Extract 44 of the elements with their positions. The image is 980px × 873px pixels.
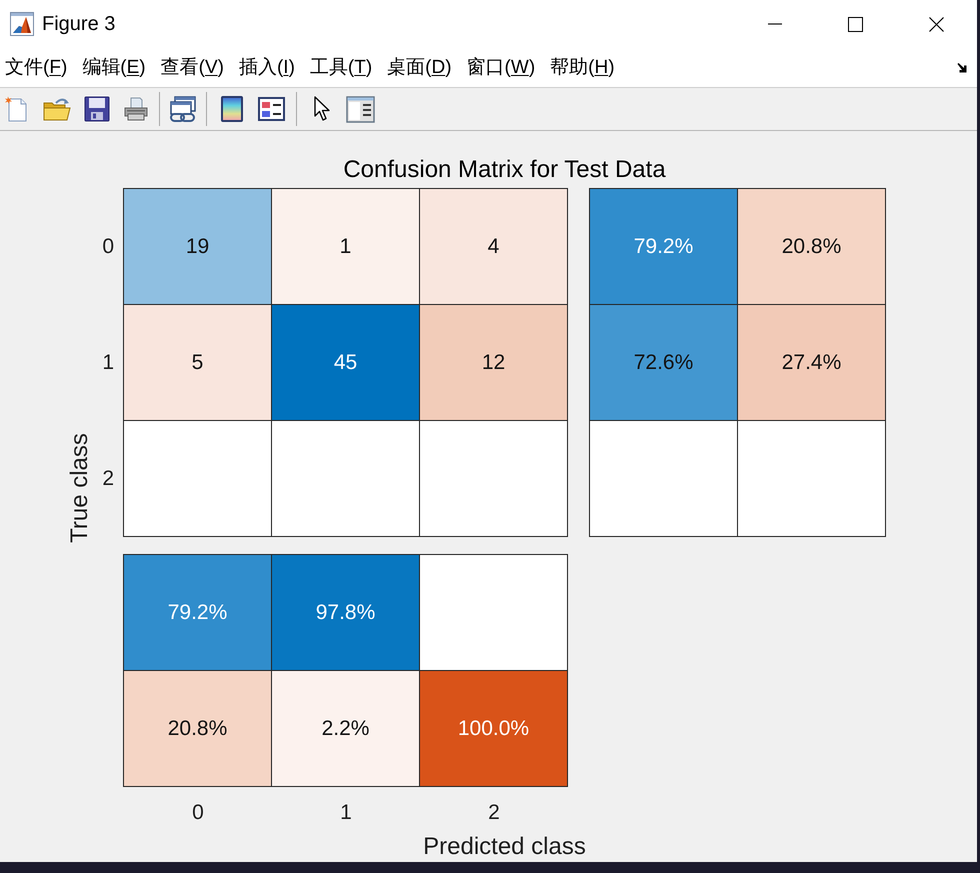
matrix-cell: 97.8%	[272, 555, 420, 671]
column-tick-label: 0	[192, 801, 204, 826]
close-icon	[929, 16, 944, 32]
matrix-cell: 79.2%	[590, 189, 738, 305]
printer-icon[interactable]	[123, 96, 149, 122]
matrix-cell: 12	[420, 305, 568, 421]
window-title: Figure 3	[42, 12, 116, 36]
row-tick-label: 2	[102, 467, 114, 491]
matrix-cell: 79.2%	[124, 555, 272, 671]
chart-title: Confusion Matrix for Test Data	[343, 156, 666, 185]
row-tick-label: 1	[102, 351, 114, 375]
menu-item[interactable]: 桌面(D)	[387, 56, 452, 80]
menu-item[interactable]: 文件(F)	[5, 56, 68, 80]
matrix-cell: 45	[272, 305, 420, 421]
maximize-icon	[848, 16, 863, 32]
legend-icon[interactable]	[258, 97, 285, 121]
menu-item[interactable]: 插入(I)	[238, 56, 295, 80]
surface-peak-icon	[10, 12, 34, 36]
menu-item[interactable]: 工具(T)	[310, 56, 372, 80]
colorbar-icon[interactable]	[221, 96, 243, 122]
dock-arrow-icon[interactable]	[957, 62, 968, 72]
matrix-cell: 19	[124, 189, 272, 305]
matrix-cell: 20.8%	[738, 189, 886, 305]
menu-item[interactable]: 编辑(E)	[82, 56, 146, 80]
matrix-cell: 1	[272, 189, 420, 305]
folder-icon[interactable]	[43, 96, 71, 122]
row-tick-label: 0	[102, 235, 114, 259]
column-tick-label: 2	[488, 801, 500, 826]
column-tick-label: 1	[340, 801, 352, 826]
y-axis-title: True class	[66, 432, 94, 542]
matrix-cell: 20.8%	[124, 671, 272, 787]
menu-item[interactable]: 查看(V)	[160, 56, 224, 80]
matrix-cell: 2.2%	[272, 671, 420, 787]
matrix-cell: 72.6%	[590, 305, 738, 421]
minimize-icon	[768, 23, 782, 25]
matrix-cell: 100.0%	[420, 671, 568, 787]
linked-windows-icon[interactable]	[169, 96, 197, 122]
menu-item[interactable]: 窗口(W)	[466, 56, 536, 80]
matrix-cell: 27.4%	[738, 305, 886, 421]
menu-item[interactable]: 帮助(H)	[550, 56, 615, 80]
panel-icon[interactable]	[346, 96, 375, 122]
matrix-cell: 5	[124, 305, 272, 421]
x-axis-title: Predicted class	[423, 832, 586, 862]
matrix-cell: 4	[420, 189, 568, 305]
